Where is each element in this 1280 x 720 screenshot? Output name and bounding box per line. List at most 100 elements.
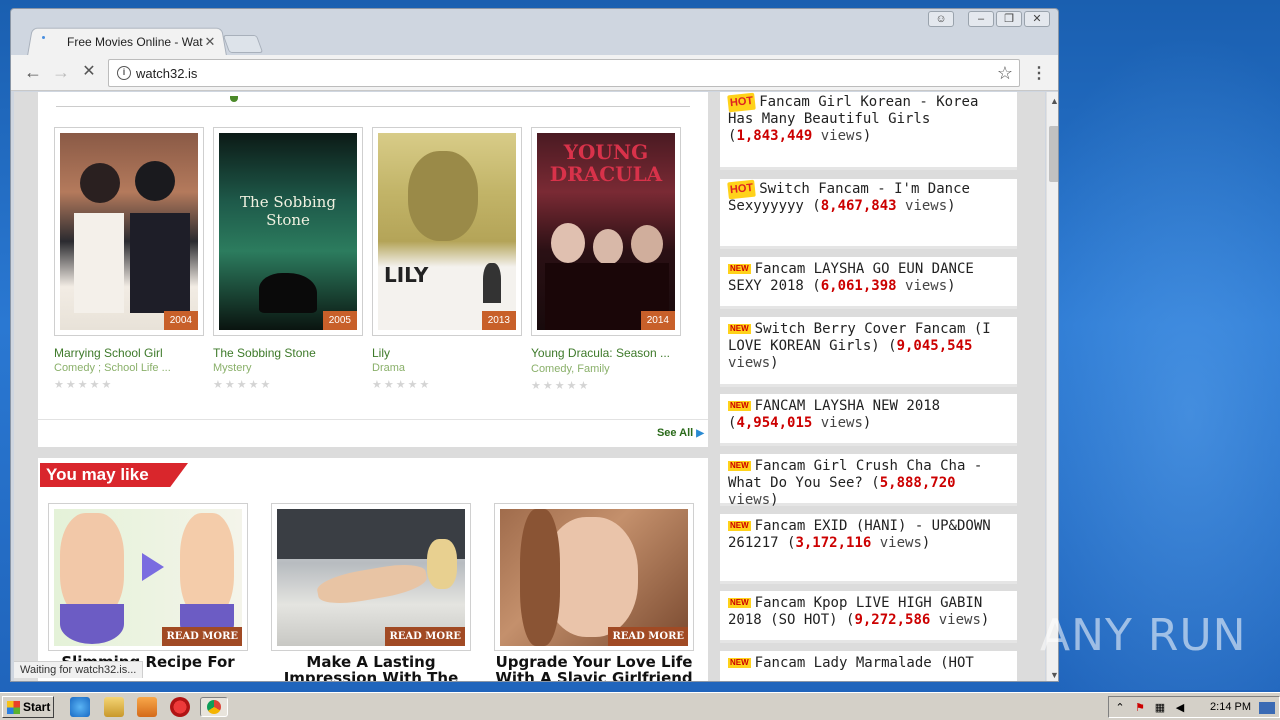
start-button[interactable]: Start bbox=[2, 696, 54, 718]
internet-explorer-icon[interactable] bbox=[70, 697, 90, 717]
ad-card[interactable]: READ MORE Upgrade Your Love Life With A … bbox=[494, 503, 694, 681]
movie-genre[interactable]: Mystery bbox=[213, 362, 363, 374]
read-more-button[interactable]: READ MORE bbox=[608, 627, 688, 646]
forward-button[interactable]: → bbox=[51, 63, 71, 83]
view-count: 9,045,545 bbox=[896, 338, 973, 354]
menu-icon[interactable]: ⋮ bbox=[1031, 63, 1047, 83]
show-desktop-icon[interactable] bbox=[1259, 702, 1275, 714]
clock[interactable]: 2:14 PM bbox=[1210, 701, 1251, 713]
taskbar: Start ⌃ ⚑ ▦ ◀ 2:14 PM bbox=[0, 692, 1280, 720]
ad-card[interactable]: READ MORE Slimming Recipe For bbox=[48, 503, 248, 670]
video-title[interactable]: Fancam Lady Marmalade (HOT bbox=[755, 655, 974, 671]
poster-frame[interactable]: YOUNG DRACULA 2014 bbox=[531, 127, 681, 336]
movie-title[interactable]: The Sobbing Stone bbox=[213, 346, 363, 360]
sidebar-video-item[interactable]: HOT Switch Fancam - I'm Dance Sexyyyyyy (… bbox=[720, 179, 1017, 249]
view-count: 8,467,843 bbox=[820, 198, 897, 214]
show-hidden-icons-icon[interactable]: ⌃ bbox=[1113, 701, 1127, 715]
new-tab-button[interactable] bbox=[222, 35, 264, 53]
rating-stars[interactable]: ★★★★★ bbox=[372, 378, 522, 391]
sidebar-video-item[interactable]: NEW Fancam Kpop LIVE HIGH GABIN 2018 (SO … bbox=[720, 591, 1017, 643]
scroll-down-icon[interactable]: ▼ bbox=[1050, 670, 1058, 680]
sidebar-video-item[interactable]: NEW FANCAM LAYSHA NEW 2018 (4,954,015 vie… bbox=[720, 394, 1017, 446]
sidebar-video-item[interactable]: NEW Fancam Girl Crush Cha Cha - What Do Y… bbox=[720, 454, 1017, 508]
views-label: views bbox=[728, 355, 771, 371]
year-badge: 2004 bbox=[163, 311, 198, 330]
ad-card[interactable]: READ MORE Make A Lasting Impression With… bbox=[271, 503, 471, 681]
poster-image[interactable]: The Sobbing Stone bbox=[219, 133, 357, 330]
poster-image[interactable]: YOUNG DRACULA bbox=[537, 133, 675, 330]
movie-title[interactable]: Marrying School Girl bbox=[54, 346, 204, 360]
address-bar[interactable]: i watch32.is ☆ bbox=[108, 59, 1020, 87]
movie-title[interactable]: Young Dracula: Season ... bbox=[531, 346, 681, 361]
rating-stars[interactable]: ★★★★★ bbox=[531, 379, 681, 392]
sidebar-video-item[interactable]: NEW Fancam EXID (HANI) - UP&DOWN 261217 (… bbox=[720, 514, 1017, 584]
view-count: 4,954,015 bbox=[736, 415, 813, 431]
ad-image-frame[interactable]: READ MORE bbox=[48, 503, 248, 651]
movie-title[interactable]: Lily bbox=[372, 346, 522, 360]
ad-image[interactable]: READ MORE bbox=[500, 509, 688, 646]
poster-image[interactable] bbox=[60, 133, 198, 330]
movie-genre[interactable]: Comedy ; School Life ... bbox=[54, 362, 204, 374]
sidebar-video-item[interactable]: HOT Fancam Girl Korean - Korea Has Many B… bbox=[720, 92, 1017, 170]
ad-title[interactable]: Upgrade Your Love Life With A Slavic Gir… bbox=[494, 654, 694, 681]
info-icon[interactable]: i bbox=[117, 66, 131, 80]
read-more-button[interactable]: READ MORE bbox=[385, 627, 465, 646]
hot-badge-icon: HOT bbox=[727, 92, 757, 113]
views-label: views bbox=[905, 278, 948, 294]
read-more-button[interactable]: READ MORE bbox=[162, 627, 242, 646]
view-count: 5,888,720 bbox=[879, 475, 956, 491]
poster-frame[interactable]: LILY 2013 bbox=[372, 127, 522, 336]
ad-image[interactable]: READ MORE bbox=[277, 509, 465, 646]
url-text[interactable]: watch32.is bbox=[136, 66, 197, 81]
rating-stars[interactable]: ★★★★★ bbox=[54, 378, 204, 391]
movie-card[interactable]: The Sobbing Stone 2005 The Sobbing Stone… bbox=[213, 127, 363, 391]
vertical-scrollbar[interactable]: ▲ ▼ bbox=[1046, 92, 1058, 681]
poster-frame[interactable]: 2004 bbox=[54, 127, 204, 336]
ad-image-frame[interactable]: READ MORE bbox=[271, 503, 471, 651]
folder-icon[interactable] bbox=[104, 697, 124, 717]
security-alert-icon[interactable]: ⚑ bbox=[1133, 701, 1147, 715]
rating-stars[interactable]: ★★★★★ bbox=[213, 378, 363, 391]
year-badge: 2013 bbox=[481, 311, 516, 330]
ad-image[interactable]: READ MORE bbox=[54, 509, 242, 646]
poster-frame[interactable]: The Sobbing Stone 2005 bbox=[213, 127, 363, 336]
network-icon[interactable]: ▦ bbox=[1153, 701, 1167, 715]
poster-image[interactable]: LILY bbox=[378, 133, 516, 330]
browser-toolbar: ← → ✕ i watch32.is ☆ ⋮ bbox=[11, 55, 1058, 91]
scroll-up-icon[interactable]: ▲ bbox=[1050, 96, 1058, 106]
movie-card[interactable]: LILY 2013 Lily Drama ★★★★★ bbox=[372, 127, 522, 391]
movie-genre[interactable]: Drama bbox=[372, 362, 522, 374]
see-all-label[interactable]: See All bbox=[657, 427, 693, 439]
back-button[interactable]: ← bbox=[23, 63, 43, 83]
bookmark-star-icon[interactable]: ☆ bbox=[997, 63, 1013, 84]
movie-card[interactable]: YOUNG DRACULA 2014 Young Dracula: Season… bbox=[531, 127, 681, 392]
video-title[interactable]: FANCAM LAYSHA NEW 2018 bbox=[755, 398, 940, 414]
close-window-button[interactable]: ✕ bbox=[1024, 11, 1050, 27]
sidebar-video-item[interactable]: NEW Fancam LAYSHA GO EUN DANCE SEXY 2018 … bbox=[720, 257, 1017, 309]
browser-window: Free Movies Online - Watch ✕ ☺ – ❐ ✕ ← →… bbox=[10, 8, 1059, 682]
sidebar-video-item[interactable]: NEW Fancam Lady Marmalade (HOT bbox=[720, 651, 1017, 681]
sidebar-video-item[interactable]: NEW Switch Berry Cover Fancam (I LOVE KOR… bbox=[720, 317, 1017, 387]
stop-loading-button[interactable]: ✕ bbox=[79, 63, 99, 83]
tab-active[interactable]: Free Movies Online - Watch ✕ bbox=[27, 28, 227, 56]
ad-title[interactable]: Make A Lasting Impression With The bbox=[271, 654, 471, 681]
see-all-link[interactable]: See All ▶ bbox=[657, 427, 704, 439]
scroll-thumb[interactable] bbox=[1049, 126, 1058, 182]
restore-button[interactable]: ❐ bbox=[996, 11, 1022, 27]
movie-card[interactable]: 2004 Marrying School Girl Comedy ; Schoo… bbox=[54, 127, 204, 391]
minimize-button[interactable]: – bbox=[968, 11, 994, 27]
year-badge: 2014 bbox=[640, 311, 675, 330]
start-label[interactable]: Start bbox=[23, 700, 50, 714]
new-badge-icon: NEW bbox=[728, 264, 751, 274]
chrome-taskbar-button[interactable] bbox=[200, 697, 228, 717]
video-title[interactable]: Fancam Girl Korean - Korea Has Many Beau… bbox=[728, 94, 978, 127]
ad-image-frame[interactable]: READ MORE bbox=[494, 503, 694, 651]
volume-icon[interactable]: ◀ bbox=[1173, 701, 1187, 715]
profile-icon[interactable]: ☺ bbox=[928, 11, 954, 27]
views-label: views bbox=[820, 415, 863, 431]
section-header-banner: You may like bbox=[40, 463, 188, 487]
media-player-icon[interactable] bbox=[137, 697, 157, 717]
opera-icon[interactable] bbox=[170, 697, 190, 717]
movie-genre[interactable]: Comedy, Family bbox=[531, 363, 681, 375]
tab-close-icon[interactable]: ✕ bbox=[203, 34, 217, 50]
